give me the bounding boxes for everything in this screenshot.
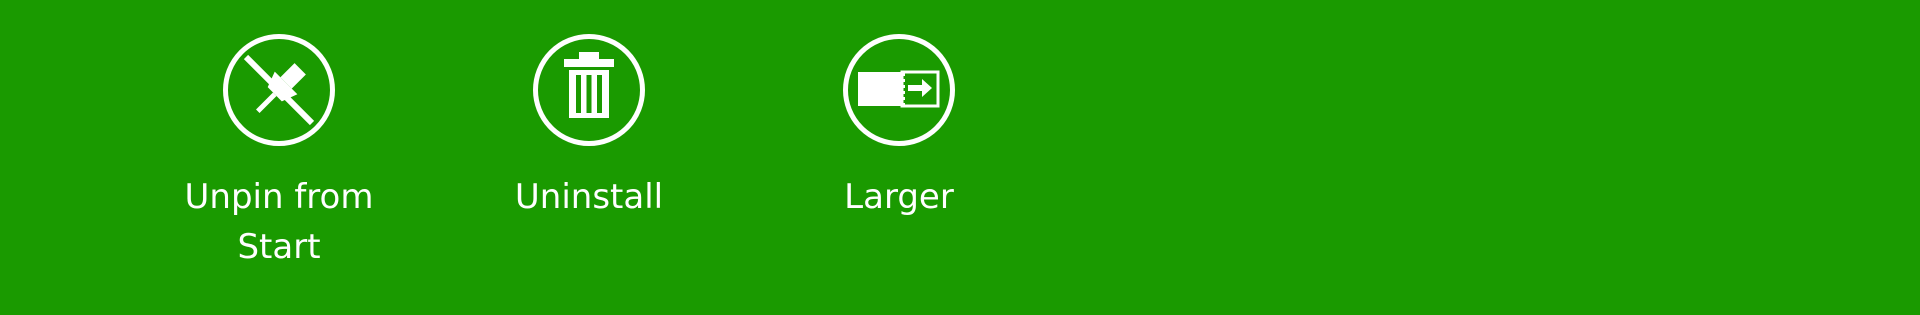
unpin-from-start-button[interactable]: Unpin from Start — [169, 34, 389, 272]
trash-icon — [533, 34, 645, 146]
uninstall-button[interactable]: Uninstall — [479, 34, 699, 222]
larger-button[interactable]: Larger — [789, 34, 1009, 222]
app-bar: Unpin from Start Uninstall Larger — [0, 0, 1920, 315]
unpin-from-start-label: Unpin from Start — [184, 177, 374, 267]
larger-label: Larger — [844, 177, 954, 217]
resize-larger-icon — [843, 34, 955, 146]
unpin-icon — [223, 34, 335, 146]
uninstall-label: Uninstall — [514, 177, 664, 217]
